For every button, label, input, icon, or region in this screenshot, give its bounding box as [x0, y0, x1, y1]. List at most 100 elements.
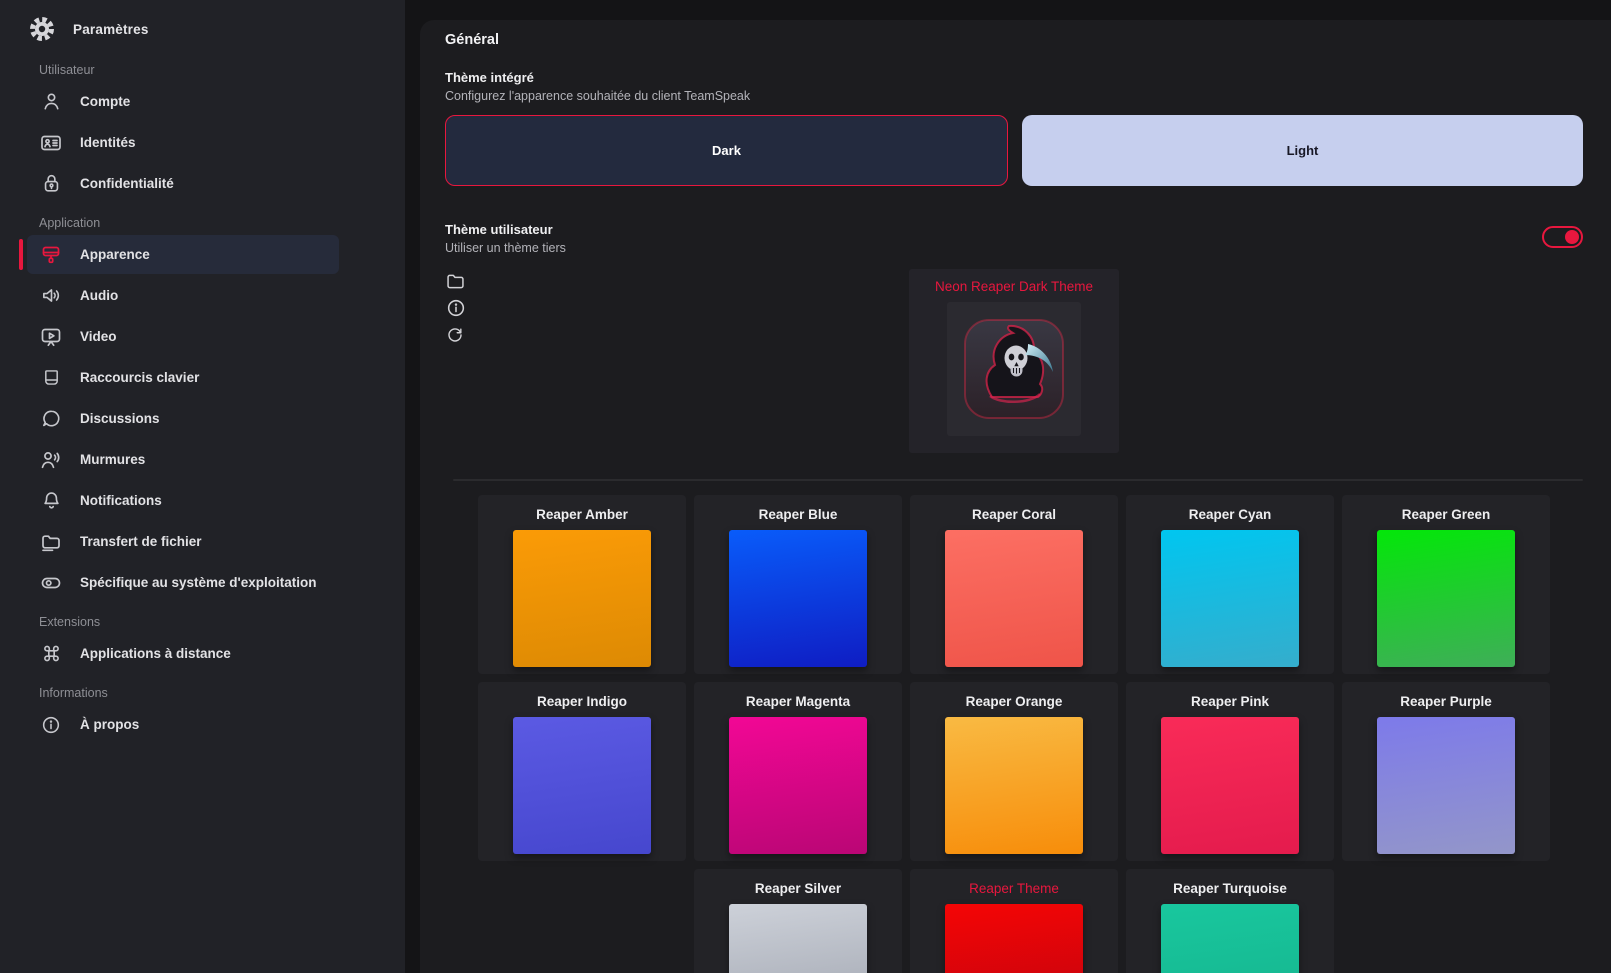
sidebar-item-murmures[interactable]: Murmures	[27, 440, 339, 479]
user-theme-title: Thème utilisateur	[445, 222, 566, 237]
active-theme-card[interactable]: Neon Reaper Dark Theme	[909, 269, 1119, 453]
info-circle-action-button[interactable]	[438, 298, 465, 318]
sidebar-item-compte[interactable]: Compte	[27, 82, 339, 121]
user-theme-subtitle: Utiliser un thème tiers	[445, 241, 566, 255]
folder-action-button[interactable]	[438, 271, 465, 291]
theme-card-reaper-purple[interactable]: Reaper Purple	[1342, 682, 1550, 861]
page-title: Général	[445, 32, 1583, 48]
theme-swatch	[1377, 530, 1515, 667]
theme-card-reaper-magenta[interactable]: Reaper Magenta	[694, 682, 902, 861]
toggle-knob	[1565, 230, 1579, 244]
info-circle-icon	[38, 712, 64, 738]
theme-card-reaper-cyan[interactable]: Reaper Cyan	[1126, 495, 1334, 674]
folder-icon	[445, 271, 466, 292]
builtin-theme-subtitle: Configurez l'apparence souhaitée du clie…	[445, 89, 1583, 103]
sidebar-item-applications-a-distance[interactable]: Applications à distance	[27, 634, 339, 673]
sidebar-item-label: Compte	[80, 94, 130, 109]
sidebar-item-label: Transfert de fichier	[80, 534, 202, 549]
theme-card-reaper-silver[interactable]: Reaper Silver	[694, 869, 902, 973]
gear-icon	[27, 14, 57, 44]
theme-card-reaper-orange[interactable]: Reaper Orange	[910, 682, 1118, 861]
sidebar-item-notifications[interactable]: Notifications	[27, 481, 339, 520]
theme-card-reaper-amber[interactable]: Reaper Amber	[478, 495, 686, 674]
theme-name: Reaper Orange	[966, 694, 1063, 709]
user-icon	[38, 89, 64, 115]
user-theme-toggle[interactable]	[1542, 226, 1583, 248]
sidebar-item-audio[interactable]: Audio	[27, 276, 339, 315]
sidebar-item-label: Discussions	[80, 411, 160, 426]
theme-card-reaper-green[interactable]: Reaper Green	[1342, 495, 1550, 674]
sidebar-item-confidentialite[interactable]: Confidentialité	[27, 164, 339, 203]
reaper-icon	[962, 317, 1066, 421]
sidebar-header: Paramètres	[0, 0, 405, 50]
theme-name: Reaper Indigo	[537, 694, 627, 709]
theme-swatch	[1161, 530, 1299, 667]
sidebar-item-a-propos[interactable]: À propos	[27, 705, 339, 744]
theme-swatch	[729, 530, 867, 667]
sidebar-item-label: Applications à distance	[80, 646, 231, 661]
bell-icon	[38, 488, 64, 514]
sidebar-item-label: Murmures	[80, 452, 145, 467]
sidebar-item-video[interactable]: Video	[27, 317, 339, 356]
theme-swatch	[1377, 717, 1515, 854]
builtin-theme-section: Thème intégré Configurez l'apparence sou…	[445, 70, 1583, 186]
id-card-icon	[38, 130, 64, 156]
sidebar-item-label: Apparence	[80, 247, 150, 262]
theme-name: Reaper Cyan	[1189, 507, 1272, 522]
refresh-action-button[interactable]	[438, 325, 465, 345]
sidebar-item-transfert-de-fichier[interactable]: Transfert de fichier	[27, 522, 339, 561]
theme-name: Reaper Amber	[536, 507, 628, 522]
theme-actions	[438, 271, 465, 345]
theme-card-reaper-coral[interactable]: Reaper Coral	[910, 495, 1118, 674]
os-toggle-icon	[38, 570, 64, 596]
theme-swatch	[945, 904, 1083, 973]
theme-swatch	[1161, 904, 1299, 973]
theme-card-reaper-indigo[interactable]: Reaper Indigo	[478, 682, 686, 861]
builtin-theme-options: Dark Light	[445, 115, 1583, 186]
whisper-icon	[38, 447, 64, 473]
speaker-icon	[38, 283, 64, 309]
settings-sidebar: Paramètres Utilisateur Compte Identités Con…	[0, 0, 405, 973]
command-icon	[38, 641, 64, 667]
theme-card-reaper-blue[interactable]: Reaper Blue	[694, 495, 902, 674]
theme-name: Reaper Coral	[972, 507, 1056, 522]
theme-name: Reaper Purple	[1400, 694, 1492, 709]
theme-swatch	[945, 717, 1083, 854]
sidebar-item-apparence[interactable]: Apparence	[27, 235, 339, 274]
theme-card-reaper-theme[interactable]: Reaper Theme	[910, 869, 1118, 973]
theme-card-reaper-turquoise[interactable]: Reaper Turquoise	[1126, 869, 1334, 973]
lock-icon	[38, 171, 64, 197]
sidebar-item-label: Identités	[80, 135, 136, 150]
settings-title: Paramètres	[73, 22, 149, 37]
chat-bubble-icon	[38, 406, 64, 432]
sidebar-item-raccourcis-clavier[interactable]: Raccourcis clavier	[27, 358, 339, 397]
light-theme-option[interactable]: Light	[1022, 115, 1583, 186]
sidebar-item-label: À propos	[80, 717, 139, 732]
sidebar-item-specifique-au-systeme-dexploitation[interactable]: Spécifique au système d'exploitation	[27, 563, 339, 602]
theme-name: Reaper Blue	[759, 507, 838, 522]
user-theme-section: Thème utilisateur Utiliser un thème tier…	[445, 222, 1583, 255]
theme-swatch	[729, 717, 867, 854]
sidebar-item-label: Raccourcis clavier	[80, 370, 199, 385]
theme-swatch	[945, 530, 1083, 667]
theme-swatch	[1161, 717, 1299, 854]
sidebar-section-label: Informations	[39, 686, 405, 700]
theme-swatch	[513, 717, 651, 854]
theme-name: Reaper Turquoise	[1173, 881, 1287, 896]
dark-theme-option[interactable]: Dark	[445, 115, 1008, 186]
sidebar-item-label: Notifications	[80, 493, 162, 508]
sidebar-item-identites[interactable]: Identités	[27, 123, 339, 162]
theme-swatch	[513, 530, 651, 667]
user-theme-texts: Thème utilisateur Utiliser un thème tier…	[445, 222, 566, 255]
theme-name: Reaper Pink	[1191, 694, 1269, 709]
theme-swatch	[729, 904, 867, 973]
theme-name: Reaper Theme	[969, 881, 1059, 896]
sidebar-section-label: Utilisateur	[39, 63, 405, 77]
section-divider	[453, 479, 1583, 481]
sidebar-section-label: Application	[39, 216, 405, 230]
theme-card-reaper-pink[interactable]: Reaper Pink	[1126, 682, 1334, 861]
theme-name: Reaper Silver	[755, 881, 841, 896]
keycap-icon	[38, 365, 64, 391]
sidebar-item-label: Video	[80, 329, 117, 344]
sidebar-item-discussions[interactable]: Discussions	[27, 399, 339, 438]
